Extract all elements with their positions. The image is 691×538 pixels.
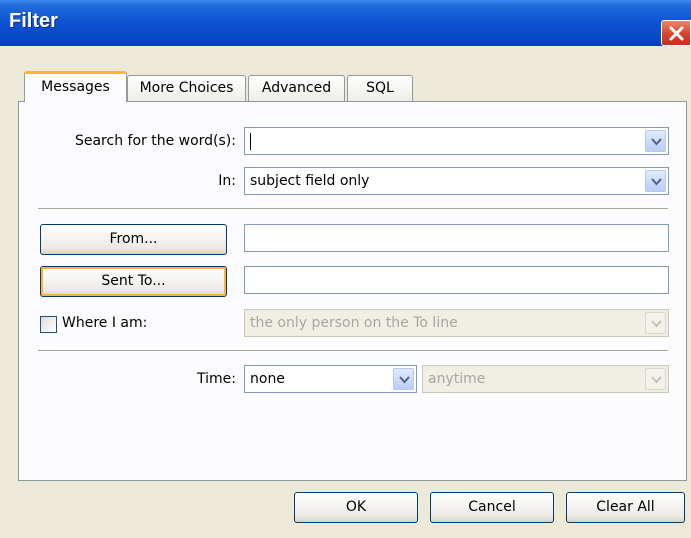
time-value: none <box>250 371 285 387</box>
from-field[interactable] <box>244 224 669 252</box>
chevron-down-icon <box>651 178 662 186</box>
where-i-am-label: Where I am: <box>62 315 148 331</box>
search-dropdown-button[interactable] <box>645 130 666 152</box>
close-button[interactable] <box>661 20 691 46</box>
separator <box>38 350 668 352</box>
tab-messages[interactable]: Messages <box>24 71 127 102</box>
from-button-label: From... <box>109 231 158 247</box>
tab-label: SQL <box>366 80 394 96</box>
where-i-am-checkbox[interactable] <box>40 316 57 333</box>
clear-all-button[interactable]: Clear All <box>566 492 685 523</box>
time-dropdown-button[interactable] <box>393 368 414 390</box>
tab-sql[interactable]: SQL <box>347 75 413 101</box>
time-range-select: anytime <box>422 365 669 393</box>
from-button[interactable]: From... <box>40 224 227 255</box>
in-select[interactable]: subject field only <box>244 167 669 195</box>
cancel-button-label: Cancel <box>468 499 516 515</box>
in-label: In: <box>218 173 236 189</box>
where-i-am-dropdown-button <box>645 312 666 334</box>
time-range-value: anytime <box>428 371 486 387</box>
chevron-down-icon <box>399 376 410 384</box>
search-input[interactable] <box>244 127 669 155</box>
sent-to-field[interactable] <box>244 266 669 294</box>
search-label: Search for the word(s): <box>74 133 236 149</box>
window-title: Filter <box>9 10 58 32</box>
filter-dialog: Filter Messages More Choices Advanced SQ… <box>0 0 691 538</box>
chevron-down-icon <box>651 320 662 328</box>
tab-label: Messages <box>41 79 110 95</box>
chevron-down-icon <box>651 376 662 384</box>
in-value: subject field only <box>250 173 370 189</box>
where-i-am-value: the only person on the To line <box>250 315 458 331</box>
tab-more-choices[interactable]: More Choices <box>127 75 246 101</box>
clear-all-button-label: Clear All <box>596 499 655 515</box>
title-bar: Filter <box>0 0 691 46</box>
time-label: Time: <box>197 371 236 387</box>
tab-advanced[interactable]: Advanced <box>248 75 345 101</box>
time-select[interactable]: none <box>244 365 417 393</box>
where-i-am-select: the only person on the To line <box>244 309 669 337</box>
separator <box>38 208 668 210</box>
chevron-down-icon <box>651 138 662 146</box>
close-icon <box>669 26 684 41</box>
ok-button-label: OK <box>345 499 367 515</box>
tab-label: Advanced <box>261 80 332 96</box>
cancel-button[interactable]: Cancel <box>430 492 554 523</box>
text-caret <box>250 133 251 150</box>
sent-to-button[interactable]: Sent To... <box>40 266 227 297</box>
tab-label: More Choices <box>139 80 234 96</box>
in-dropdown-button[interactable] <box>645 170 666 192</box>
time-range-dropdown-button <box>645 368 666 390</box>
ok-button[interactable]: OK <box>294 492 418 523</box>
sent-to-button-label: Sent To... <box>101 273 166 289</box>
